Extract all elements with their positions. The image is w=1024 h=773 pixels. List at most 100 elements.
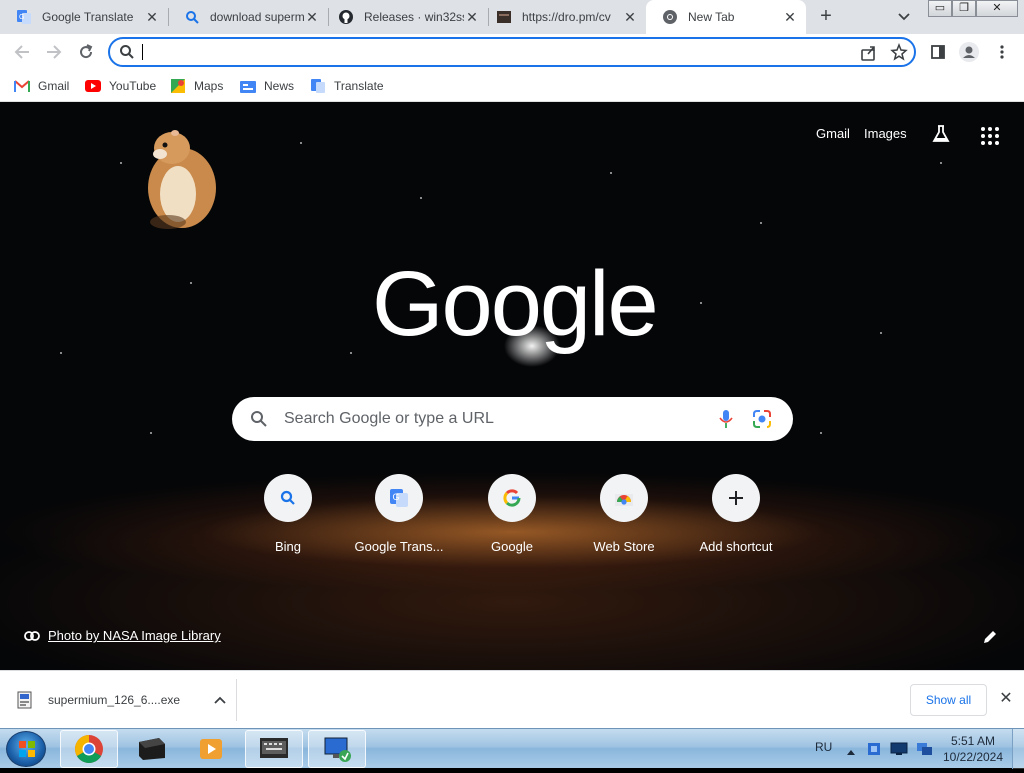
tab-new-tab[interactable]: New Tab ✕ — [646, 0, 806, 34]
reload-button[interactable] — [74, 40, 98, 64]
close-shelf-button[interactable]: ✕ — [997, 690, 1015, 708]
bookmark-translate[interactable]: Translate — [310, 76, 384, 96]
star-decoration — [820, 432, 822, 434]
system-clock[interactable]: 5:51 AM 10/22/2024 — [940, 733, 1006, 765]
plus-icon — [729, 491, 743, 505]
taskbar-remote-desktop[interactable] — [308, 730, 366, 768]
youtube-icon — [85, 78, 101, 94]
start-button[interactable] — [6, 731, 46, 767]
tray-expand-icon[interactable] — [846, 743, 856, 761]
maps-icon — [170, 78, 186, 94]
bookmark-label: Maps — [194, 79, 224, 93]
taskbar-app-dark[interactable] — [122, 730, 180, 768]
close-icon[interactable]: ✕ — [464, 9, 480, 25]
restore-button[interactable]: ❐ — [952, 0, 976, 17]
new-tab-button[interactable]: + — [814, 5, 838, 29]
tray-app-icon[interactable] — [866, 741, 882, 762]
back-button[interactable] — [10, 40, 34, 64]
arrow-right-icon — [47, 45, 62, 59]
search-icon — [250, 410, 268, 433]
share-icon[interactable] — [860, 44, 878, 67]
google-lens-icon[interactable] — [752, 409, 772, 434]
show-all-button[interactable]: Show all — [910, 684, 987, 716]
arrow-left-icon — [14, 45, 29, 59]
google-translate-icon — [310, 78, 326, 94]
images-link[interactable]: Images — [864, 126, 907, 141]
tray-monitor-icon[interactable] — [890, 742, 908, 761]
network-icon[interactable] — [915, 741, 933, 762]
bookmark-news[interactable]: News — [240, 76, 294, 96]
taskbar-chrome[interactable] — [60, 730, 118, 768]
tab-strip: G Google Translate ✕ download supermium … — [0, 0, 1024, 34]
microphone-icon[interactable] — [719, 409, 733, 434]
google-g-icon — [503, 489, 521, 507]
shortcut-label: Web Store — [593, 539, 655, 554]
search-placeholder: Search Google or type a URL — [284, 410, 494, 427]
link-icon — [24, 630, 40, 641]
forward-button[interactable] — [42, 40, 66, 64]
close-window-button[interactable]: ✕ — [976, 0, 1018, 17]
language-indicator[interactable]: RU — [815, 740, 832, 754]
taskbar-media-player[interactable] — [182, 730, 240, 768]
show-desktop-button[interactable] — [1012, 729, 1024, 769]
tab-download-supermium[interactable]: download supermium ✕ — [168, 0, 328, 34]
shortcut-google-translate[interactable]: G Google Trans... — [343, 474, 455, 562]
close-icon[interactable]: ✕ — [782, 9, 798, 25]
bing-search-icon — [280, 490, 295, 505]
shortcut-label: Google Trans... — [354, 539, 444, 554]
search-box[interactable]: Search Google or type a URL — [232, 397, 793, 441]
shortcut-tile — [712, 474, 760, 522]
tab-title: New Tab — [688, 10, 735, 24]
side-panel-button[interactable] — [926, 40, 950, 64]
gmail-link[interactable]: Gmail — [816, 126, 850, 141]
close-icon[interactable]: ✕ — [144, 9, 160, 25]
shortcut-label: Bing — [274, 539, 302, 554]
tab-search-button[interactable] — [893, 7, 915, 27]
shortcut-bing[interactable]: Bing — [232, 474, 344, 562]
terminal-device-icon — [139, 738, 165, 760]
star-decoration — [700, 302, 702, 304]
download-shelf: supermium_126_6....exe Show all ✕ — [0, 670, 1024, 728]
tab-title: Google Translate — [42, 10, 134, 24]
shortcut-tile: G — [375, 474, 423, 522]
apps-grid-icon[interactable] — [980, 126, 1000, 151]
chrome-icon — [662, 9, 678, 25]
tab-dro-pm[interactable]: https://dro.pm/cv ✕ — [480, 0, 646, 34]
github-icon — [338, 9, 354, 25]
bookmark-gmail[interactable]: Gmail — [14, 76, 69, 96]
star-decoration — [420, 197, 422, 199]
close-icon[interactable]: ✕ — [622, 9, 638, 25]
address-bar[interactable] — [108, 37, 916, 67]
pencil-icon — [984, 631, 996, 643]
close-icon[interactable]: ✕ — [304, 9, 320, 25]
installer-file-icon — [16, 691, 34, 709]
tab-releases[interactable]: Releases · win32ss/supermium ✕ — [322, 0, 488, 34]
profile-button[interactable] — [957, 40, 981, 64]
shortcut-tile — [264, 474, 312, 522]
tab-google-translate[interactable]: G Google Translate ✕ — [0, 0, 168, 34]
labs-flask-icon[interactable] — [931, 124, 951, 149]
star-decoration — [610, 172, 612, 174]
shortcut-add[interactable]: Add shortcut — [680, 474, 792, 562]
bookmark-youtube[interactable]: YouTube — [85, 76, 156, 96]
taskbar-keyboard-app[interactable] — [245, 730, 303, 768]
star-decoration — [190, 282, 192, 284]
shortcut-google[interactable]: Google — [456, 474, 568, 562]
taskbar: RU 5:51 AM 10/22/2024 — [0, 728, 1024, 769]
bookmark-label: Translate — [334, 79, 384, 93]
customize-button[interactable] — [982, 629, 1002, 649]
star-icon[interactable] — [890, 42, 908, 66]
hamster-image — [138, 126, 224, 237]
chevron-up-icon[interactable] — [214, 693, 226, 707]
minimize-button[interactable]: ▭ — [928, 0, 952, 17]
svg-text:G: G — [393, 492, 400, 502]
clock-date: 10/22/2024 — [942, 750, 1004, 764]
photo-attribution[interactable]: Photo by NASA Image Library — [24, 628, 221, 643]
bookmark-maps[interactable]: Maps — [170, 76, 223, 96]
menu-button[interactable] — [990, 40, 1014, 64]
google-translate-icon: G — [16, 9, 32, 25]
shortcut-label: Google — [491, 539, 533, 554]
shortcut-web-store[interactable]: Web Store — [568, 474, 680, 562]
download-item[interactable]: supermium_126_6....exe — [16, 685, 236, 715]
star-decoration — [120, 162, 122, 164]
